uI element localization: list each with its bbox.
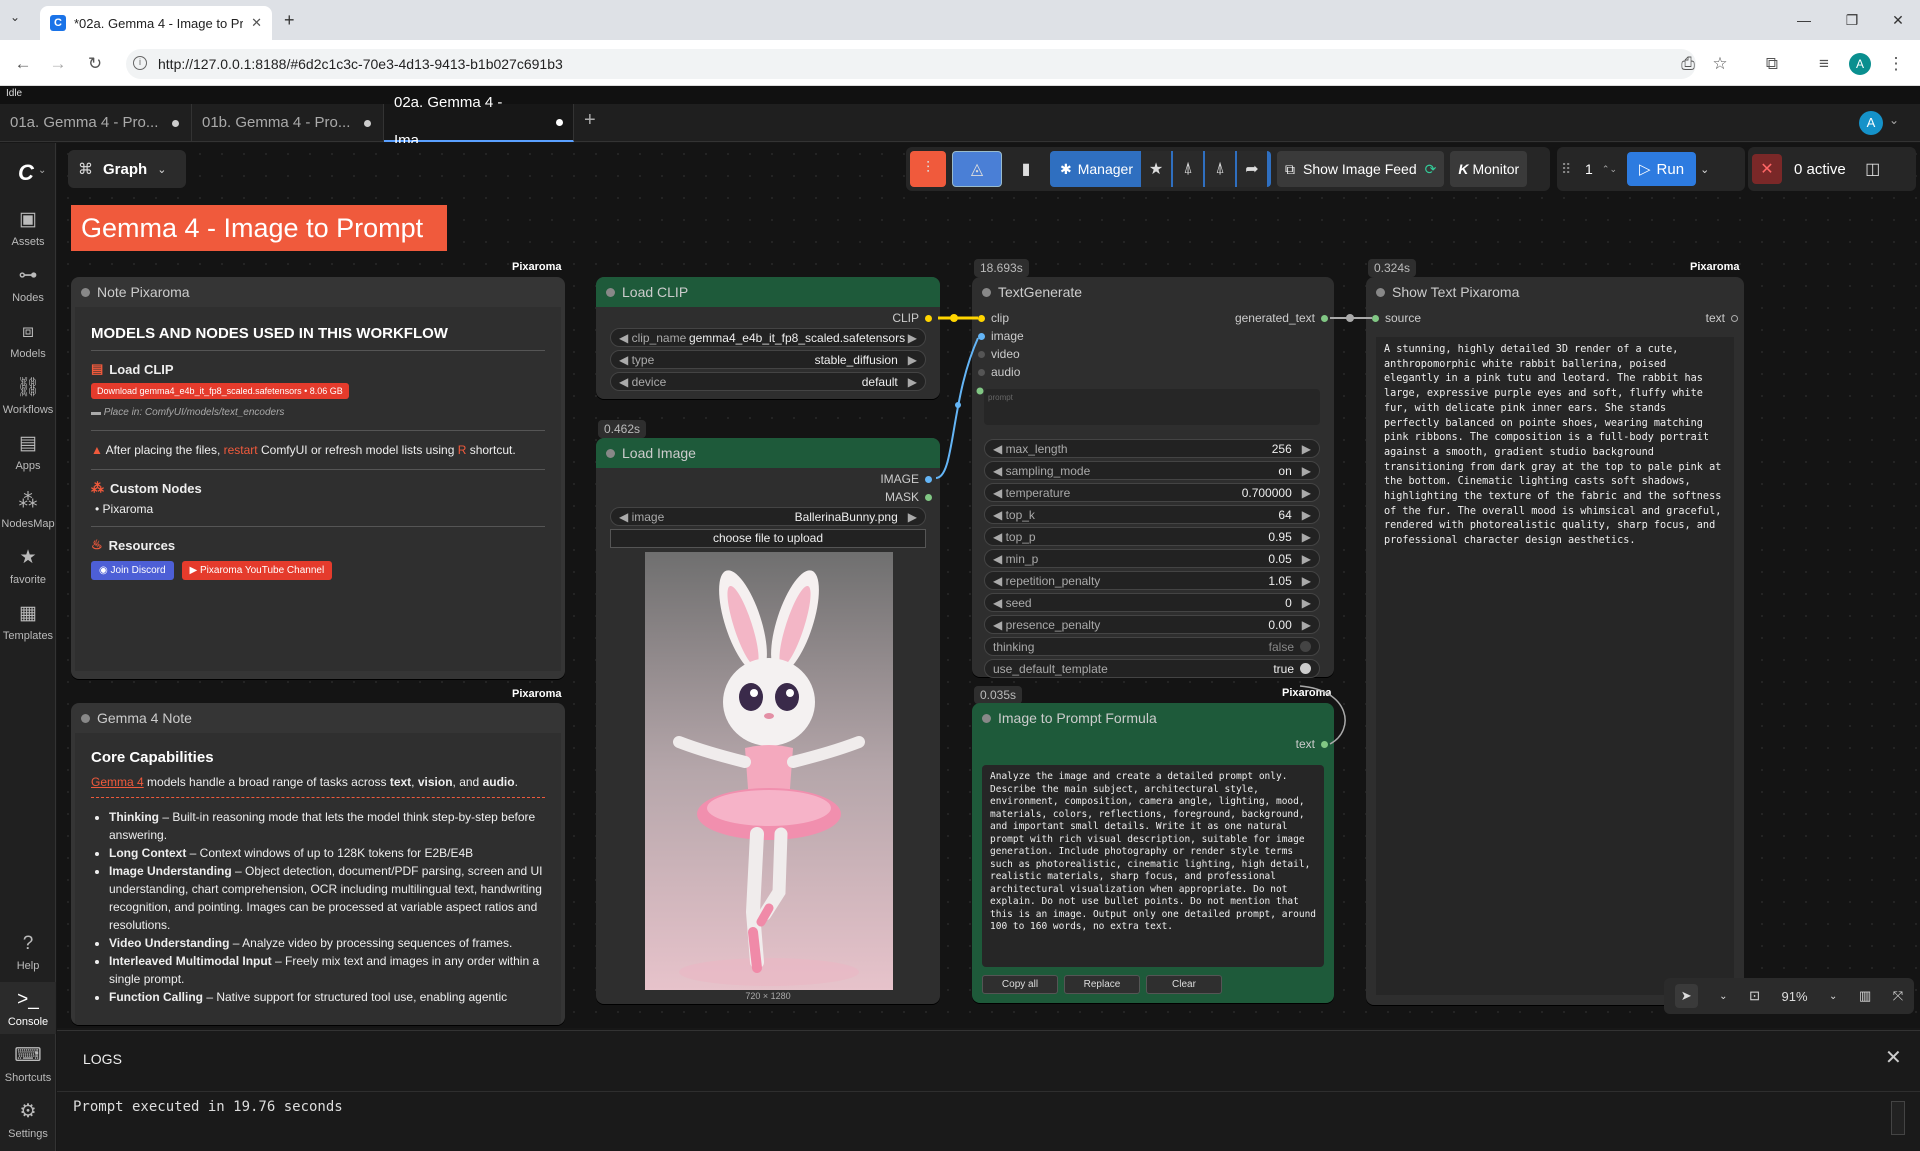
tool-chevron-icon[interactable]: ⌄: [1719, 991, 1727, 1002]
logs-scrollbar[interactable]: [1891, 1101, 1905, 1135]
link-image: [935, 337, 979, 479]
link-node-dot: [955, 402, 961, 408]
link-node-dot: [1346, 314, 1354, 322]
logs-title: LOGS: [83, 1051, 122, 1067]
log-line: Prompt executed in 19.76 seconds: [73, 1099, 343, 1115]
select-tool-icon[interactable]: ➤: [1674, 984, 1698, 1008]
node-links: [935, 314, 1372, 745]
link-formula: [1299, 685, 1346, 745]
canvas-controls: ➤ ⌄ ⊡ 91% ⌄ ▥ ⤧: [1664, 978, 1914, 1014]
fit-view-icon[interactable]: ⊡: [1749, 988, 1760, 1004]
zoom-chevron-icon[interactable]: ⌄: [1829, 991, 1837, 1002]
prompt-input-dot: [976, 387, 984, 395]
link-node-dot: [950, 314, 958, 322]
logs-panel: LOGS ✕ Prompt executed in 19.76 seconds: [57, 1030, 1920, 1151]
hide-links-icon[interactable]: ⤧: [1893, 988, 1903, 1004]
close-logs-icon[interactable]: ✕: [1885, 1045, 1902, 1070]
divider: [57, 1091, 1920, 1092]
zoom-level[interactable]: 91%: [1782, 989, 1808, 1004]
minimap-icon[interactable]: ▥: [1859, 988, 1871, 1004]
